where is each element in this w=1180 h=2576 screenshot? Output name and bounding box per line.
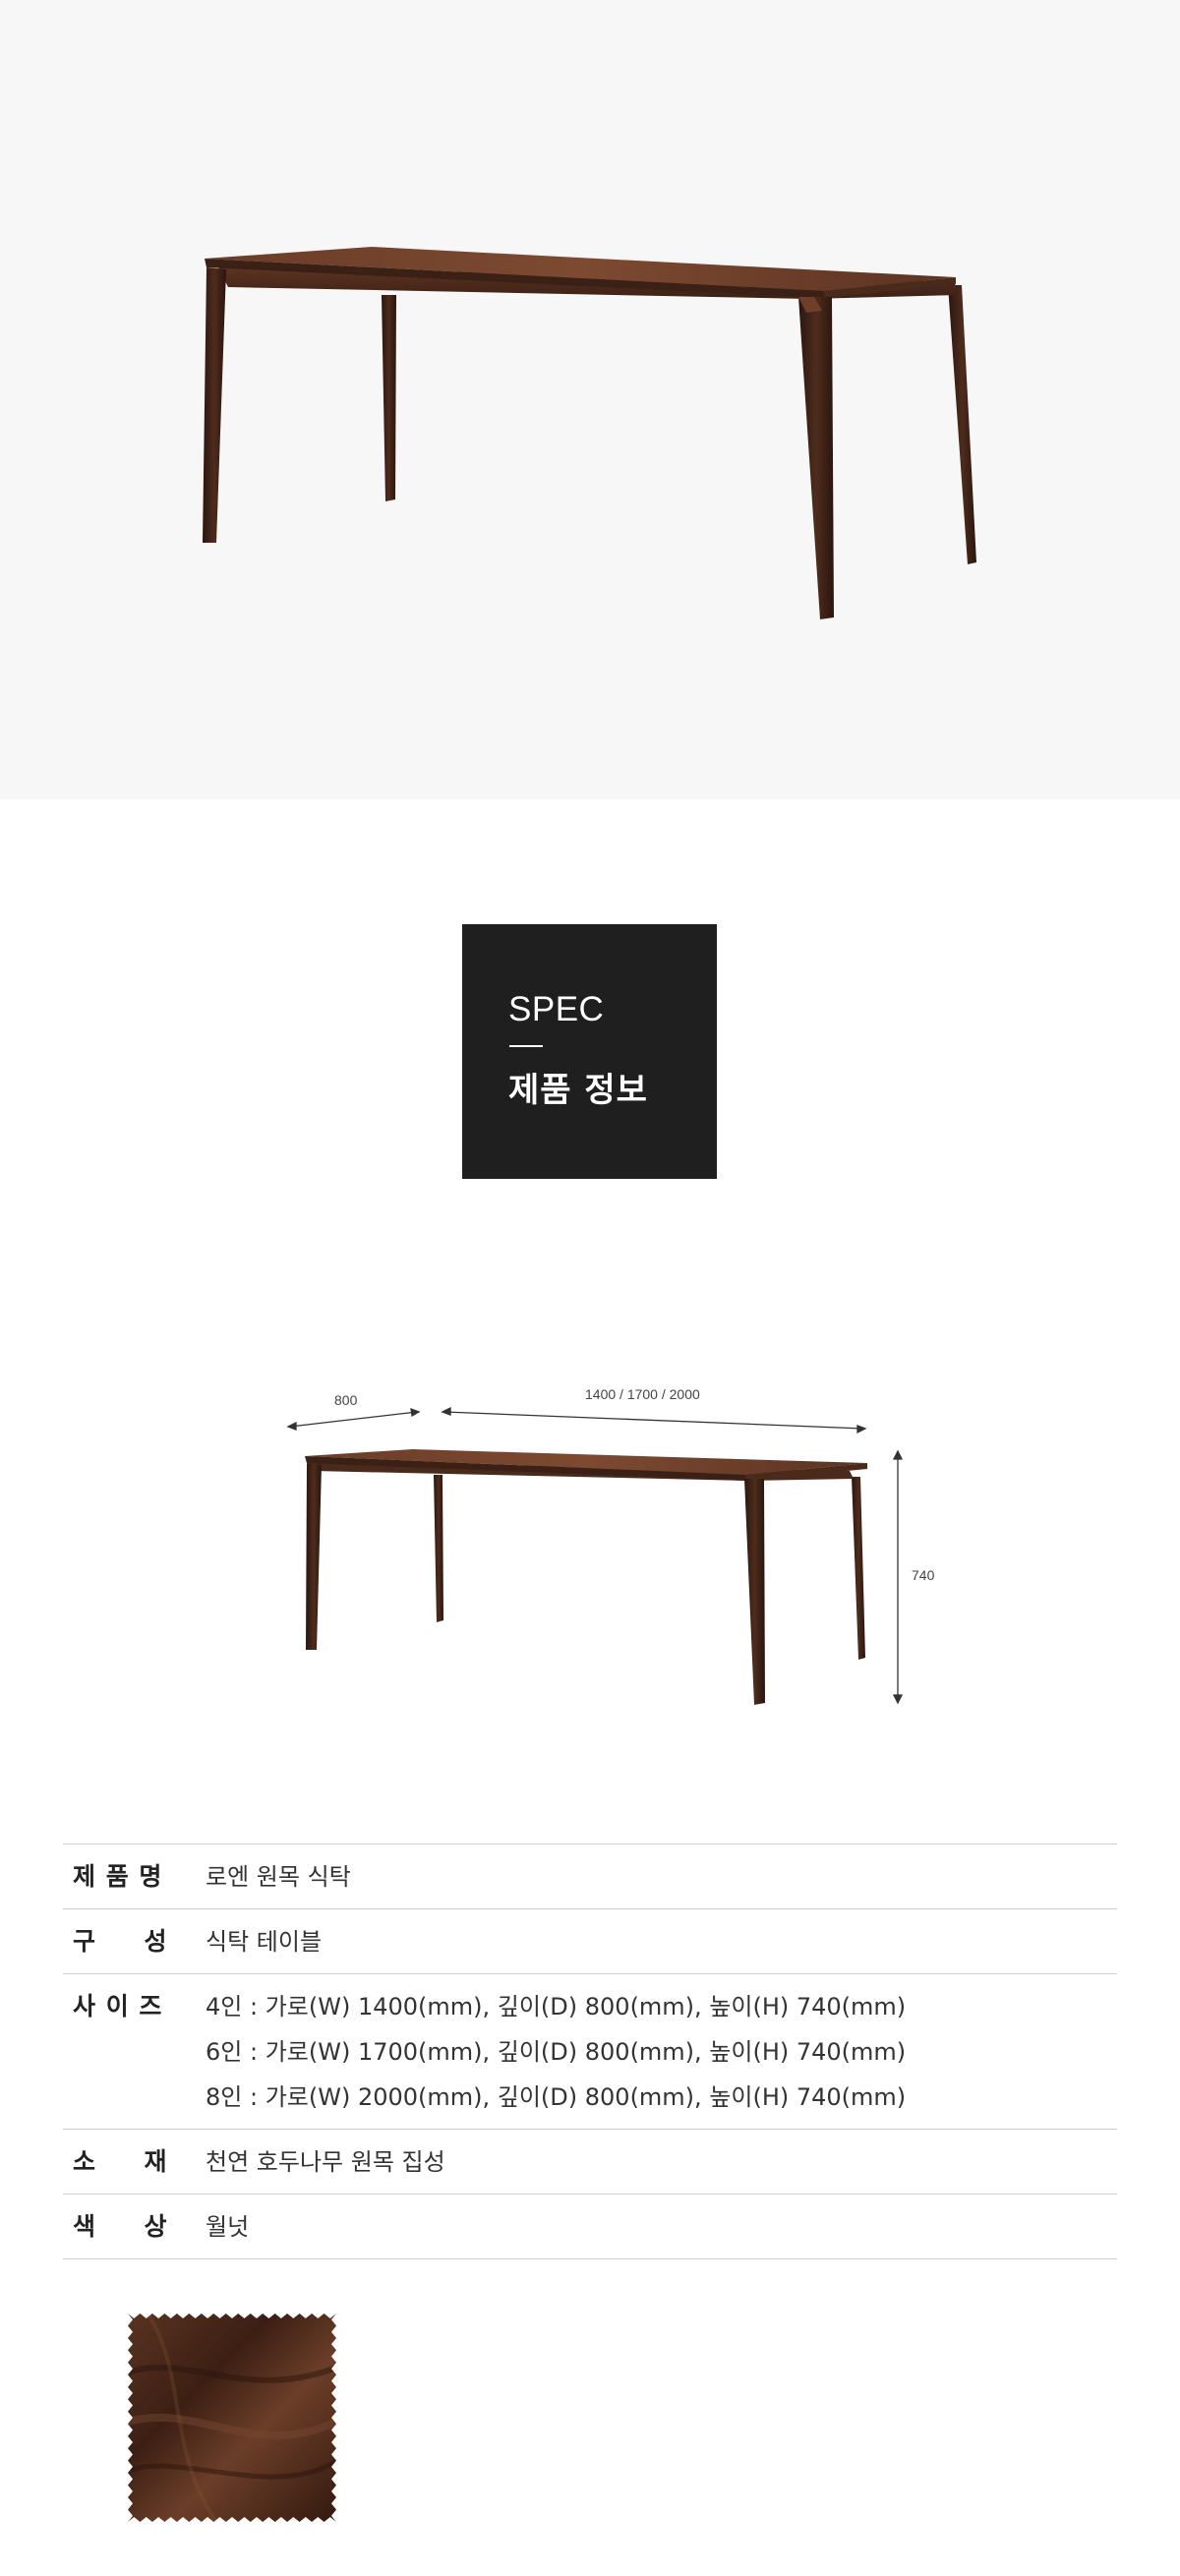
spec-title-ko: 제품 정보 <box>508 1071 648 1110</box>
spec-row-value: 4인 : 가로(W) 1400(mm), 깊이(D) 800(mm), 높이(H… <box>176 1974 1117 2129</box>
spec-value-line: 8인 : 가로(W) 2000(mm), 깊이(D) 800(mm), 높이(H… <box>206 2083 907 2111</box>
spec-row-value: 로엔 원목 식탁 <box>176 1844 1117 1908</box>
spec-row: 색 상 월넛 <box>63 2195 1117 2259</box>
spec-value-line: 6인 : 가로(W) 1700(mm), 깊이(D) 800(mm), 높이(H… <box>206 2038 907 2066</box>
spec-title-badge: SPEC 제품 정보 <box>462 924 717 1179</box>
spec-row-label: 구 성 <box>73 1927 168 1956</box>
width-dimension-label: 1400 / 1700 / 2000 <box>585 1386 700 1402</box>
spec-value-line: 식탁 테이블 <box>206 1928 323 1956</box>
spec-row: 제 품 명 로엔 원목 식탁 <box>63 1844 1117 1909</box>
spec-value-line: 로엔 원목 식탁 <box>206 1863 351 1891</box>
spec-row: 소 재 천연 호두나무 원목 집성 <box>63 2130 1117 2195</box>
spec-value-line: 4인 : 가로(W) 1400(mm), 깊이(D) 800(mm), 높이(H… <box>206 1993 907 2020</box>
spec-value-line: 천연 호두나무 원목 집성 <box>206 2148 445 2176</box>
spec-row-value: 식탁 테이블 <box>176 1909 1117 1973</box>
spec-row-value: 월넛 <box>176 2195 1117 2258</box>
table-dimension-diagram <box>286 1406 904 1705</box>
spec-title-en: SPEC <box>508 990 605 1028</box>
walnut-color-swatch <box>128 2313 336 2522</box>
product-hero-image <box>0 0 1180 799</box>
spec-row-label: 제 품 명 <box>73 1862 163 1891</box>
dimension-drawing: 800 1400 / 1700 / 2000 740 <box>0 1357 1180 1711</box>
walnut-texture-image <box>128 2313 336 2522</box>
walnut-table-photo <box>203 247 976 619</box>
spec-row-label: 소 재 <box>73 2147 168 2176</box>
spec-value-line: 월넛 <box>206 2213 250 2241</box>
spec-row-value: 천연 호두나무 원목 집성 <box>176 2130 1117 2194</box>
height-dimension-label: 740 <box>912 1567 935 1583</box>
spec-row-label: 사 이 즈 <box>73 1992 163 2020</box>
spec-title-divider <box>509 1045 543 1047</box>
depth-dimension-label: 800 <box>334 1392 358 1408</box>
spec-row: 사 이 즈 4인 : 가로(W) 1400(mm), 깊이(D) 800(mm),… <box>63 1974 1117 2130</box>
spec-row: 구 성 식탁 테이블 <box>63 1909 1117 1974</box>
spec-table: 제 품 명 로엔 원목 식탁구 성 식탁 테이블사 이 즈 4인 : 가로(W) 14… <box>63 1844 1117 2259</box>
spec-row-label: 색 상 <box>73 2212 168 2241</box>
